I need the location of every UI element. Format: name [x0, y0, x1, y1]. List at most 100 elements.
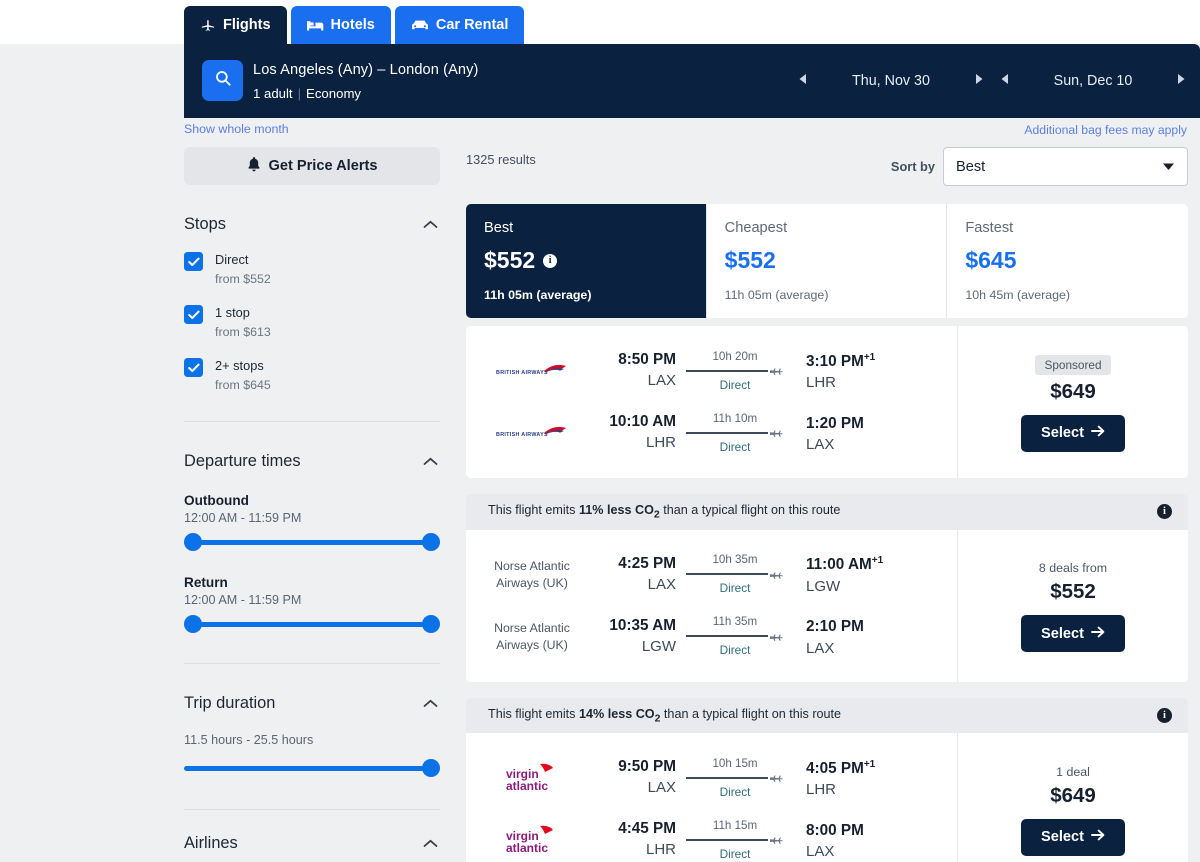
departure-airport: LHR	[645, 841, 676, 859]
route-line-bar	[686, 369, 768, 372]
filter-stops: Stops Direct from $552 1 stop from $613 …	[184, 215, 440, 393]
return-range-value: 12:00 AM - 11:59 PM	[184, 593, 302, 607]
filter-trip-duration-title: Trip duration	[184, 694, 276, 712]
tab-hotels[interactable]: Hotels	[290, 6, 391, 44]
passenger-count: 1 adult	[253, 86, 293, 101]
outbound-slider-handle-max[interactable]	[422, 533, 440, 551]
stops-option-direct[interactable]: Direct from $552	[184, 251, 440, 287]
search-icon	[214, 69, 232, 92]
leg-duration: 11h 15m	[712, 818, 758, 832]
departure-airport: LAX	[647, 779, 676, 797]
filter-departure-times-header[interactable]: Departure times	[184, 452, 440, 471]
arrow-right-icon	[1091, 829, 1105, 845]
stops-1stop-text: 1 stop from $613	[215, 304, 271, 340]
select-button[interactable]: Select	[1021, 818, 1125, 856]
plane-icon	[770, 631, 784, 642]
flight-leg-return: virgin atlantic 4:45 PM LHR 11h 15m Dire…	[466, 809, 957, 862]
flight-leg-outbound: Norse Atlantic Airways (UK) 4:25 PM LAX 1…	[466, 544, 957, 606]
depart-prev-button[interactable]	[790, 61, 816, 101]
eco-banner: This flight emits 11% less CO2 than a ty…	[466, 494, 1188, 530]
route-line-bar	[686, 635, 768, 638]
return-date-label[interactable]: Sun, Dec 10	[1018, 73, 1168, 89]
leg-stops: Direct	[719, 377, 751, 392]
tab-hotels-label: Hotels	[330, 17, 375, 33]
filter-stops-header[interactable]: Stops	[184, 215, 440, 234]
flight-leg-return: Norse Atlantic Airways (UK) 10:35 AM LGW …	[466, 606, 957, 668]
departure-time-block: 8:50 PM LAX	[584, 350, 676, 392]
price-tab-cheapest[interactable]: Cheapest $552 11h 05m (average)	[706, 204, 948, 318]
info-icon[interactable]: i	[1157, 504, 1172, 520]
return-next-button[interactable]	[1168, 61, 1194, 101]
product-tabs: Flights Hotels Car Rental	[184, 6, 525, 44]
airline-name-cell: Norse Atlantic Airways (UK)	[480, 558, 584, 592]
trip-duration-slider[interactable]	[184, 757, 440, 779]
return-slider-handle-min[interactable]	[184, 615, 202, 633]
search-button[interactable]	[202, 60, 243, 101]
filter-airlines-header[interactable]: Airlines	[184, 834, 440, 853]
depart-next-button[interactable]	[966, 61, 992, 101]
flight-card[interactable]: This flight emits 11% less CO2 than a ty…	[466, 494, 1188, 682]
info-icon[interactable]: i	[1157, 707, 1172, 723]
price-tab-fastest[interactable]: Fastest $645 10h 45m (average)	[947, 204, 1189, 318]
stops-2plus-label: 2+ stops	[215, 358, 264, 373]
departure-time: 10:10 AM	[609, 413, 676, 430]
stops-direct-label: Direct	[215, 252, 249, 267]
price-tab-cheapest-name: Cheapest	[724, 220, 788, 236]
return-time-slider[interactable]	[184, 613, 440, 635]
flight-price-box: Sponsored $649 Select	[958, 326, 1188, 478]
arrival-day-offset: +1	[863, 758, 876, 770]
route-line	[686, 365, 784, 377]
select-button[interactable]: Select	[1021, 615, 1125, 653]
flight-card[interactable]: This flight emits 14% less CO2 than a ty…	[466, 697, 1188, 862]
flight-legs: virgin atlantic 9:50 PM LAX 10h 15m Dire…	[466, 733, 958, 862]
return-prev-button[interactable]	[992, 61, 1018, 101]
deals-count: 8 deals from	[1038, 561, 1108, 576]
arrival-day-offset: +1	[871, 555, 884, 567]
trip-duration-range-value: 11.5 hours - 25.5 hours	[184, 733, 314, 747]
get-price-alerts-button[interactable]: Get Price Alerts	[184, 147, 440, 185]
airline-name: Norse Atlantic Airways (UK)	[494, 620, 570, 652]
arrival-airport: LAX	[806, 639, 835, 657]
departure-time-block: 10:10 AM LHR	[584, 412, 676, 454]
airline-logo-cell: BRITISH AIRWAYS	[480, 422, 584, 444]
departure-airport: LGW	[641, 637, 676, 655]
route-summary[interactable]: Los Angeles (Any) – London (Any) 1 adult…	[253, 59, 478, 104]
price-tab-best[interactable]: Best $552 i 11h 05m (average)	[466, 204, 707, 318]
tab-car-rental[interactable]: Car Rental	[394, 6, 525, 44]
checkbox-2-plus-stops[interactable]	[184, 358, 203, 377]
additional-bag-fees-link[interactable]: Additional bag fees may apply	[1024, 123, 1187, 137]
select-button[interactable]: Select	[1021, 414, 1125, 452]
stops-option-2plus[interactable]: 2+ stops from $645	[184, 357, 440, 393]
bed-icon	[306, 18, 324, 33]
eco-banner-text: This flight emits 14% less CO2 than a ty…	[488, 707, 841, 725]
outbound-time-slider[interactable]	[184, 531, 440, 553]
trip-duration-slider-handle[interactable]	[422, 759, 440, 777]
checkbox-direct[interactable]	[184, 252, 203, 271]
outbound-slider-handle-min[interactable]	[184, 533, 202, 551]
sort-select[interactable]: Best	[943, 147, 1188, 186]
departure-airport: LAX	[647, 372, 676, 389]
leg-duration-block: 10h 35m Direct	[676, 552, 794, 597]
route-line-bar	[686, 573, 768, 576]
arrival-airport: LAX	[806, 843, 835, 861]
leg-duration-block: 10h 15m Direct	[676, 756, 794, 801]
chevron-left-icon	[1000, 72, 1010, 90]
info-icon[interactable]: i	[543, 253, 558, 268]
arrival-time-block: 11:00 AM+1 LGW	[794, 551, 890, 597]
flight-card[interactable]: BRITISH AIRWAYS 8:50 PM LAX 10h 20m Dire…	[466, 326, 1188, 478]
filter-airlines-title: Airlines	[184, 834, 238, 852]
stops-option-1stop[interactable]: 1 stop from $613	[184, 304, 440, 340]
departure-time: 4:45 PM	[618, 820, 676, 838]
price-tab-cheapest-price: $552	[724, 247, 776, 273]
depart-date-label[interactable]: Thu, Nov 30	[816, 73, 966, 89]
flight-results-list: BRITISH AIRWAYS 8:50 PM LAX 10h 20m Dire…	[466, 326, 1188, 862]
flight-card-body: Norse Atlantic Airways (UK) 4:25 PM LAX 1…	[466, 529, 1188, 682]
checkbox-1-stop[interactable]	[184, 305, 203, 324]
filter-trip-duration-header[interactable]: Trip duration	[184, 694, 440, 713]
tab-flights[interactable]: Flights	[184, 6, 287, 44]
arrival-time-block: 3:10 PM+1 LHR	[794, 348, 890, 394]
filter-trip-duration: Trip duration 11.5 hours - 25.5 hours	[184, 694, 440, 779]
show-whole-month-link[interactable]: Show whole month	[184, 122, 289, 136]
return-slider-handle-max[interactable]	[422, 615, 440, 633]
trip-duration-slider-track	[184, 766, 440, 771]
